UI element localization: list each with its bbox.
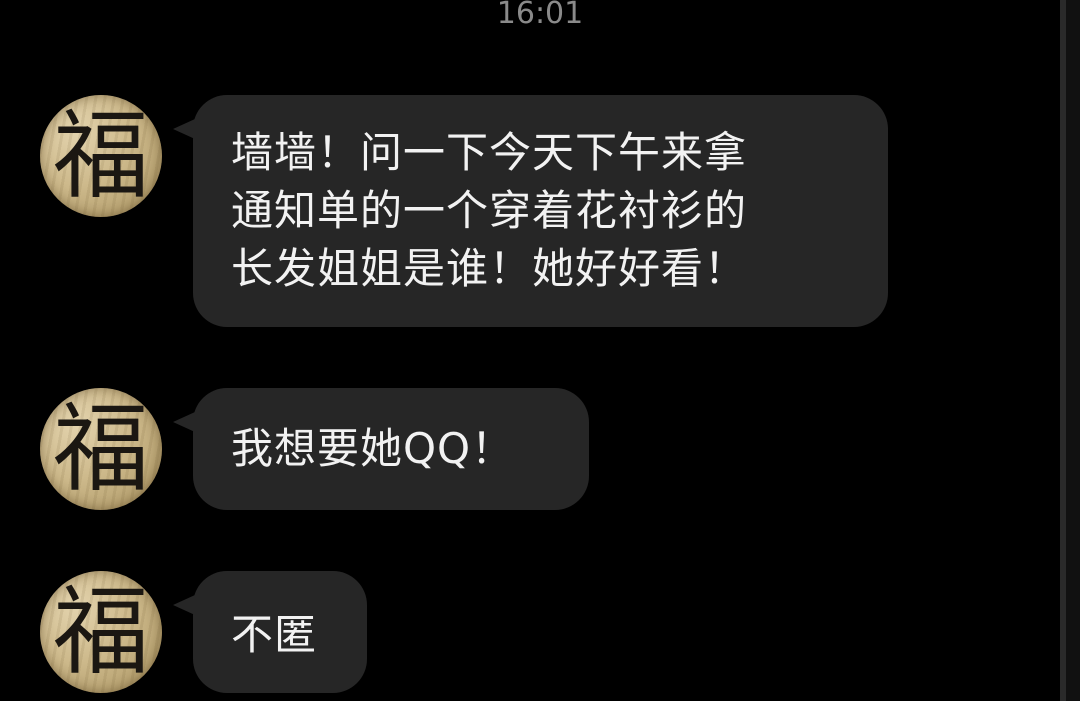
message-text-line: 通知单的一个穿着花衬衫的 [231, 186, 748, 235]
sender-avatar[interactable]: 福 [40, 95, 162, 217]
message-text-line: 不匿 [231, 610, 318, 659]
sender-avatar[interactable]: 福 [40, 571, 162, 693]
message-text-line: 墙墙！问一下今天下午来拿 [231, 128, 748, 177]
message-timestamp: 16:01 [496, 0, 584, 31]
avatar-fu-character: 福 [53, 576, 149, 688]
message-bubble[interactable]: 墙墙！问一下今天下午来拿 通知单的一个穿着花衬衫的 长发姐姐是谁！她好好看！ [173, 95, 888, 327]
avatar-fu-character: 福 [53, 393, 149, 505]
message-text-line: 我想要她QQ！ [231, 424, 515, 473]
scrollbar[interactable] [1060, 0, 1080, 701]
message-text-line: 长发姐姐是谁！她好好看！ [231, 244, 748, 293]
avatar-fu-character: 福 [53, 100, 149, 212]
message-bubble[interactable]: 不匿 [173, 571, 367, 693]
sender-avatar[interactable]: 福 [40, 388, 162, 510]
message-bubble[interactable]: 我想要她QQ！ [173, 388, 589, 510]
